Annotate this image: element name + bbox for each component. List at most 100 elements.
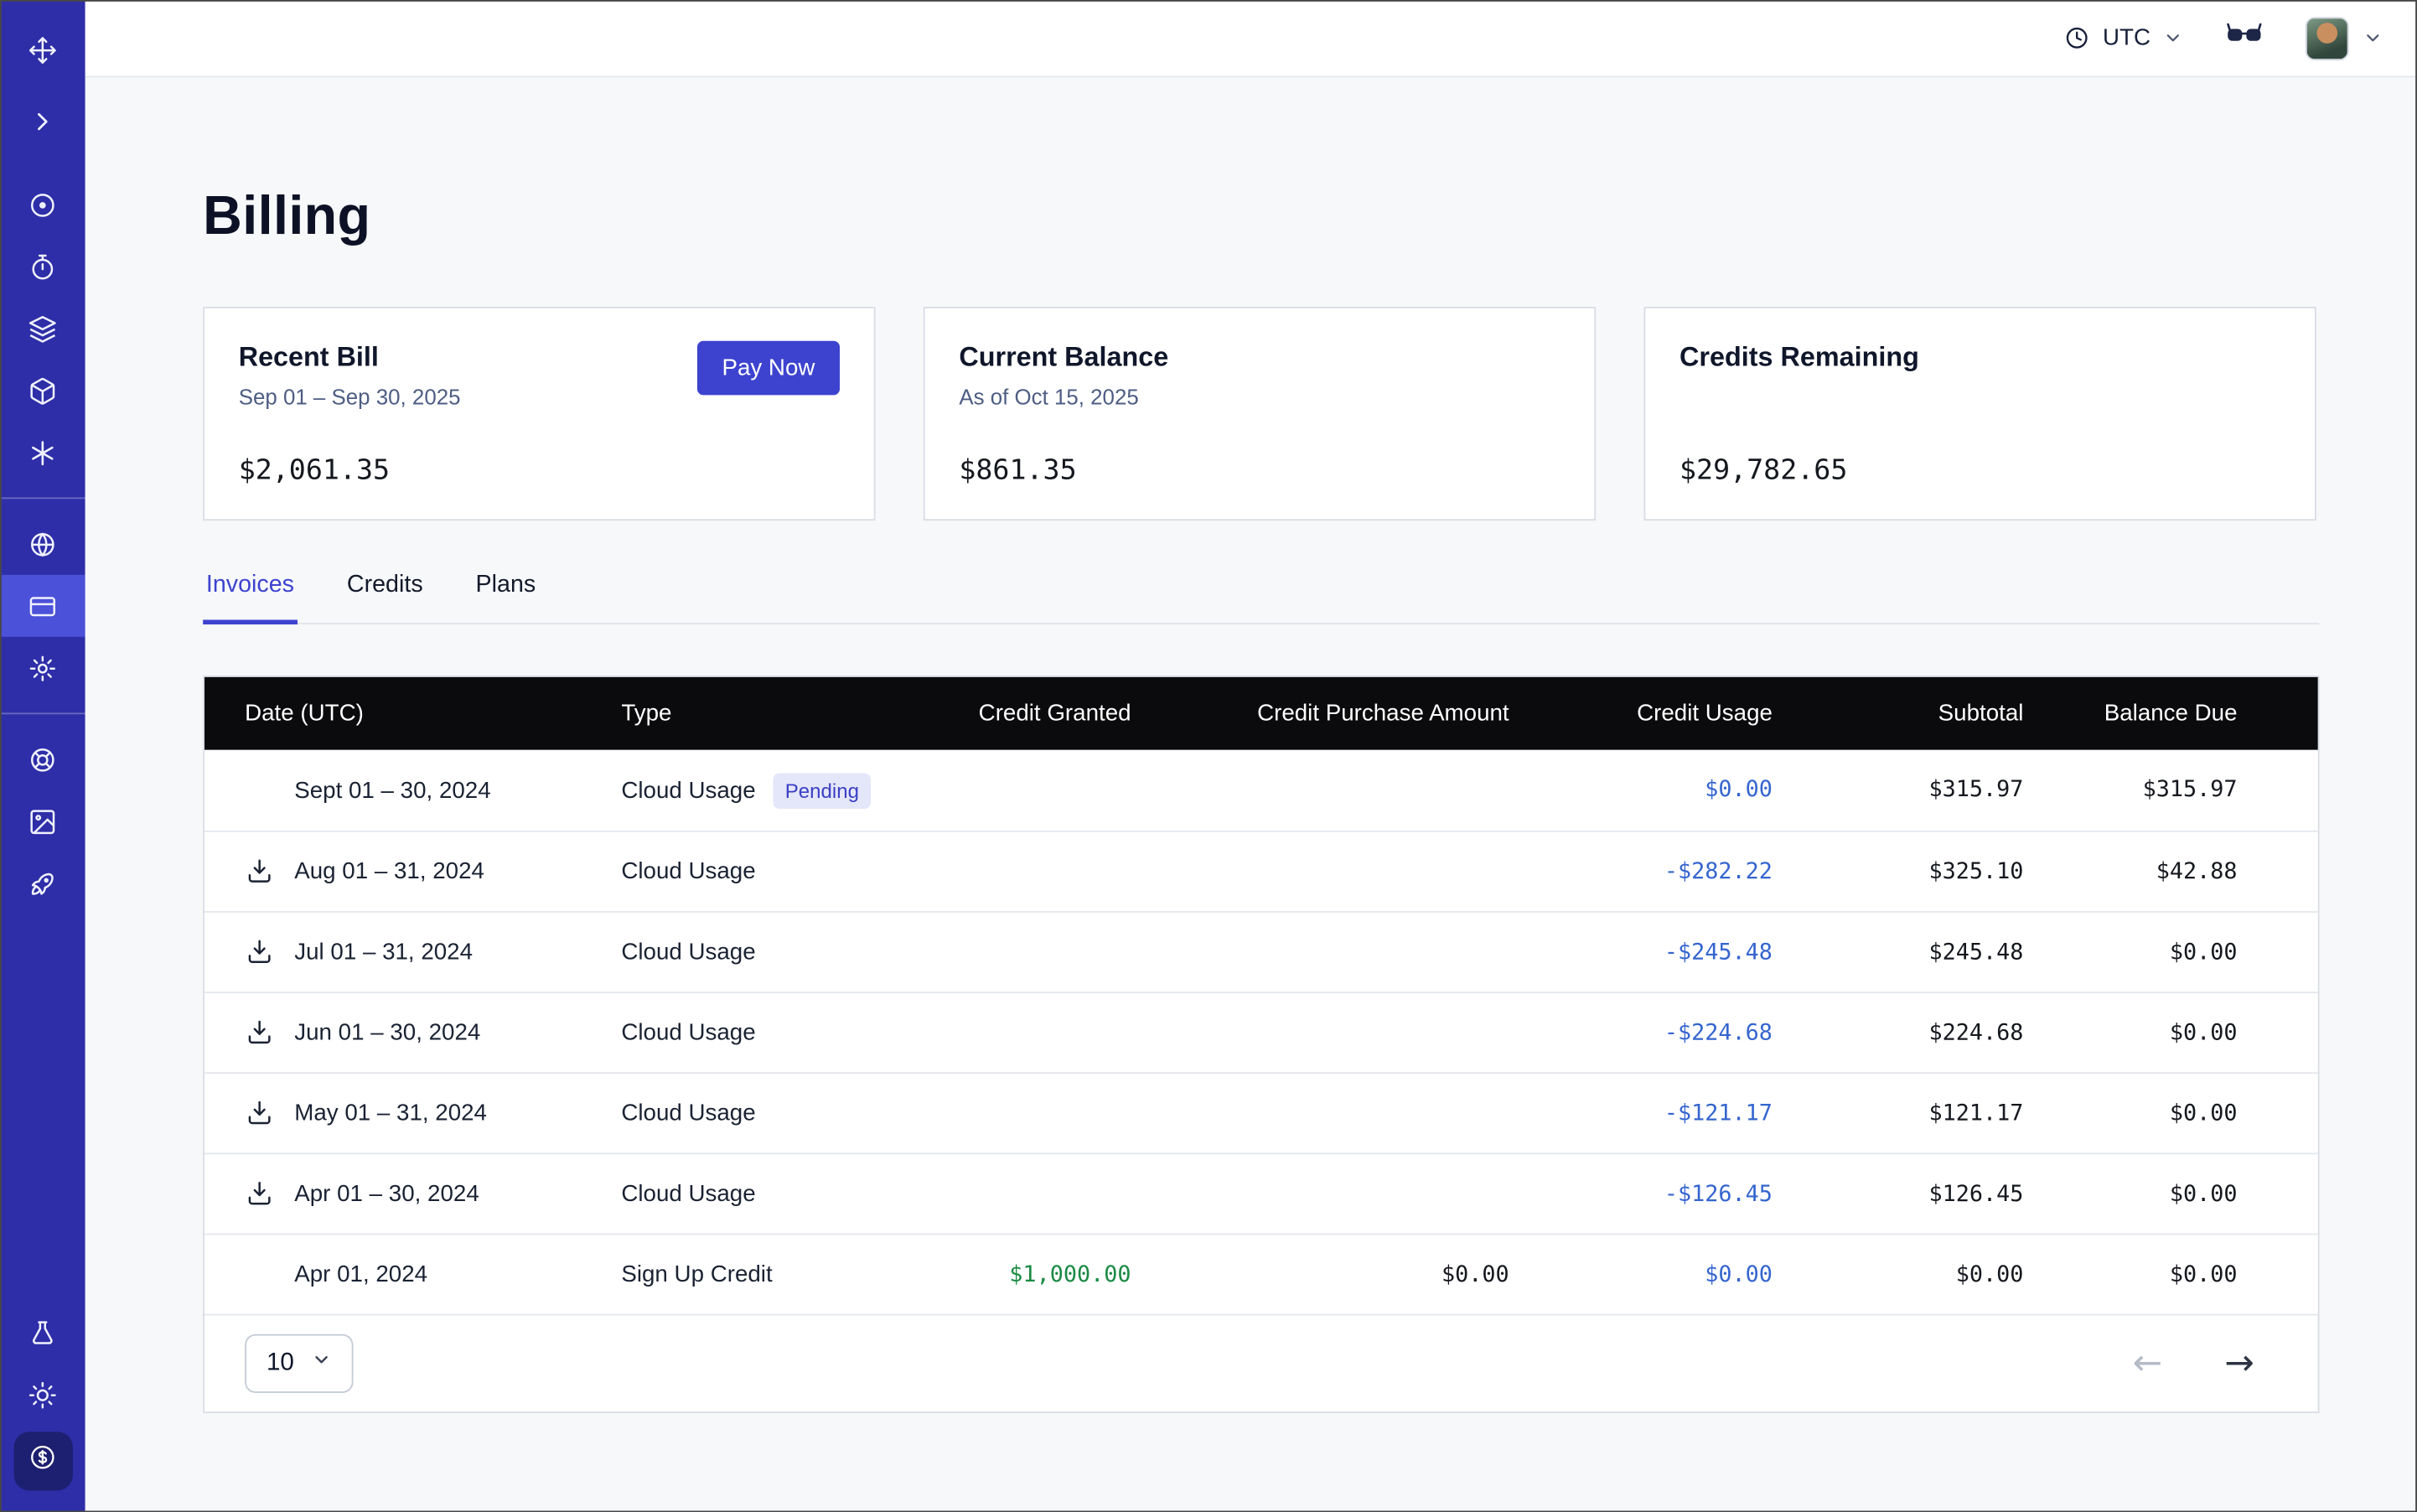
sidebar-expand-button[interactable]: [0, 90, 85, 152]
chevron-down-icon: [2163, 28, 2183, 48]
subtotal-cell: $245.48: [1825, 940, 2076, 965]
download-invoice-button[interactable]: [245, 1179, 274, 1209]
sidebar-item-timer[interactable]: [0, 236, 85, 298]
chevron-down-icon: [311, 1349, 331, 1377]
invoice-date: Jun 01 – 30, 2024: [294, 1019, 480, 1045]
invoice-row: Apr 01, 2024 Sign Up Credit $1,000.00 $0…: [204, 1234, 2318, 1314]
balance-due-cell: $0.00: [2076, 1182, 2317, 1207]
column-header: Date (UTC): [204, 701, 579, 727]
card-title: Current Balance: [959, 341, 1560, 374]
download-invoice-button[interactable]: [245, 1018, 274, 1048]
balance-due-cell: $0.00: [2076, 1101, 2317, 1126]
sidebar-divider: [0, 497, 85, 499]
invoice-row: Sept 01 – 30, 2024 Cloud Usage Pending $…: [204, 750, 2318, 831]
invoice-type: Cloud Usage: [621, 1019, 755, 1045]
subtotal-cell: $224.68: [1825, 1020, 2076, 1045]
image-icon: [28, 806, 57, 836]
tab-credits[interactable]: Credits: [344, 572, 426, 623]
page-size-value: 10: [267, 1349, 294, 1377]
timer-icon: [28, 251, 57, 281]
target-icon: [28, 189, 57, 219]
column-header: Credit Granted: [924, 701, 1184, 727]
column-header: Credit Usage: [1562, 701, 1825, 727]
app-logo-icon: [28, 35, 57, 65]
asterisk-icon: [28, 438, 57, 467]
credits-remaining-amount: $29,782.65: [1679, 454, 1847, 487]
invoice-type: Cloud Usage: [621, 939, 755, 965]
timezone-selector[interactable]: UTC: [2064, 25, 2183, 51]
subtotal-cell: $0.00: [1825, 1262, 2076, 1287]
sunglasses-icon: [2225, 15, 2264, 61]
credit-usage-cell: -$126.45: [1562, 1182, 1825, 1207]
invoice-row: Jul 01 – 31, 2024 Cloud Usage -$245.48 $…: [204, 911, 2318, 992]
account-menu[interactable]: [2306, 16, 2383, 60]
app-logo[interactable]: [0, 9, 85, 90]
gear-icon: [28, 653, 57, 682]
balance-due-cell: $315.97: [2076, 778, 2317, 803]
invoice-row: Apr 01 – 30, 2024 Cloud Usage -$126.45 $…: [204, 1152, 2318, 1233]
invoice-table-body: Sept 01 – 30, 2024 Cloud Usage Pending $…: [204, 750, 2318, 1314]
incognito-button[interactable]: [2225, 15, 2264, 61]
table-footer: 10 ← →: [204, 1314, 2318, 1411]
invoices-table: Date (UTC)TypeCredit GrantedCredit Purch…: [203, 676, 2319, 1413]
clock-icon: [2064, 25, 2090, 51]
download-invoice-button[interactable]: [245, 1099, 274, 1128]
balance-due-cell: $0.00: [2076, 940, 2317, 965]
credit-card-icon: [28, 591, 57, 620]
invoice-date: Sept 01 – 30, 2024: [294, 777, 490, 803]
summary-cards: Recent Bill Pay Now Sep 01 – Sep 30, 202…: [203, 307, 2319, 520]
sidebar-item-support[interactable]: [0, 728, 85, 790]
layers-icon: [28, 313, 57, 343]
recent-bill-amount: $2,061.35: [239, 454, 390, 487]
billing-page: Billing Recent Bill Pay Now Sep 01 – Sep…: [85, 77, 2417, 1512]
sidebar: [0, 0, 85, 1512]
topbar: UTC: [85, 0, 2417, 77]
sidebar-divider: [0, 712, 85, 714]
sidebar-item-asterisk[interactable]: [0, 422, 85, 484]
column-header: Type: [579, 701, 923, 727]
card-subtitle: As of Oct 15, 2025: [959, 384, 1560, 409]
page-size-select[interactable]: 10: [245, 1334, 353, 1393]
prev-page-button[interactable]: ←: [2133, 1346, 2163, 1382]
invoice-date: Apr 01, 2024: [294, 1261, 427, 1287]
column-header: Subtotal: [1825, 701, 2076, 727]
sidebar-item-currency[interactable]: [13, 1432, 72, 1490]
lifebuoy-icon: [28, 744, 57, 774]
sun-icon: [28, 1380, 57, 1409]
card-title: Credits Remaining: [1679, 341, 2280, 374]
invoice-type: Cloud Usage: [621, 1181, 755, 1207]
download-invoice-button[interactable]: [245, 937, 274, 966]
credit-granted-cell: $1,000.00: [924, 1262, 1184, 1287]
sidebar-item-images[interactable]: [0, 790, 85, 852]
download-invoice-button[interactable]: [245, 857, 274, 886]
subtotal-cell: $126.45: [1825, 1182, 2076, 1207]
tab-invoices[interactable]: Invoices: [203, 572, 298, 624]
pagination-controls: ← →: [2133, 1346, 2254, 1382]
sidebar-item-theme[interactable]: [0, 1364, 85, 1426]
invoice-date: Aug 01 – 31, 2024: [294, 858, 484, 884]
sidebar-item-cube[interactable]: [0, 360, 85, 422]
sidebar-item-billing[interactable]: [0, 575, 85, 637]
sidebar-item-labs[interactable]: [0, 1302, 85, 1364]
balance-due-cell: $42.88: [2076, 859, 2317, 884]
sidebar-item-settings[interactable]: [0, 637, 85, 699]
chevron-right-icon: [28, 106, 57, 136]
current-balance-amount: $861.35: [959, 454, 1076, 487]
credit-usage-cell: -$224.68: [1562, 1020, 1825, 1045]
invoice-date: Jul 01 – 31, 2024: [294, 939, 473, 965]
cube-icon: [28, 375, 57, 405]
invoice-type: Cloud Usage: [621, 858, 755, 884]
sidebar-item-globe[interactable]: [0, 513, 85, 575]
pay-now-button[interactable]: Pay Now: [697, 341, 840, 396]
next-page-button[interactable]: →: [2224, 1346, 2254, 1382]
credits-remaining-card: Credits Remaining $29,782.65: [1643, 307, 2316, 520]
globe-icon: [28, 529, 57, 558]
credit-usage-cell: -$245.48: [1562, 940, 1825, 965]
timezone-label: UTC: [2103, 25, 2150, 51]
sidebar-item-layers[interactable]: [0, 298, 85, 360]
sidebar-item-target[interactable]: [0, 173, 85, 236]
avatar: [2306, 16, 2349, 60]
tab-plans[interactable]: Plans: [473, 572, 539, 623]
sidebar-item-rocket[interactable]: [0, 852, 85, 914]
invoice-row: May 01 – 31, 2024 Cloud Usage -$121.17 $…: [204, 1072, 2318, 1152]
